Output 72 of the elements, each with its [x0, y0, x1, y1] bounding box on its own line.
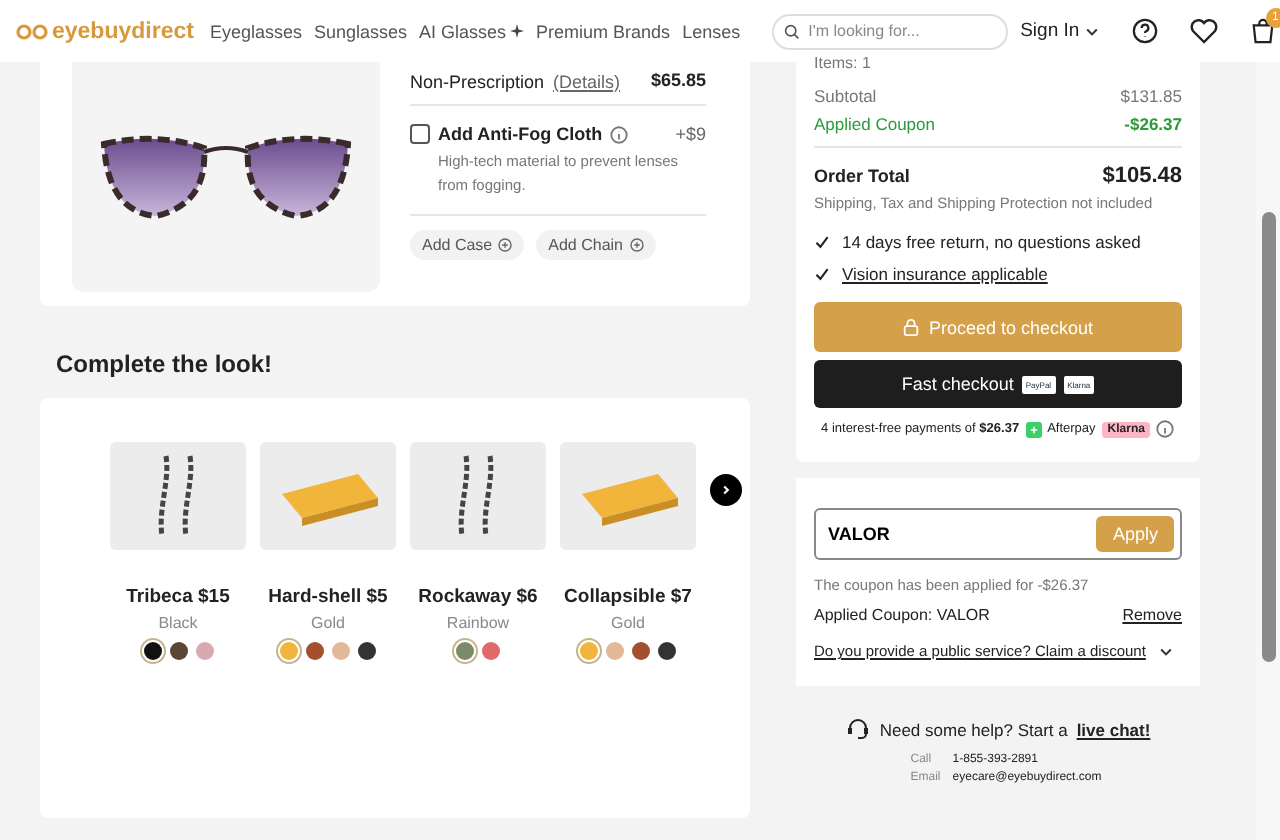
- checkbox[interactable]: [410, 124, 430, 144]
- remove-link[interactable]: Remove: [1122, 606, 1182, 624]
- product-name: Collapsible $7: [564, 586, 692, 608]
- product-name: Rockaway $6: [418, 586, 538, 608]
- glasses-logo-icon: [16, 23, 48, 39]
- nav-link[interactable]: Premium Brands: [536, 21, 671, 41]
- benefit-text: 14 days free return, no questions asked: [842, 232, 1141, 252]
- next-button[interactable]: [710, 474, 742, 506]
- chevron-down-icon: [1083, 23, 1100, 39]
- add-accessory-chip[interactable]: Add Chain: [536, 230, 655, 260]
- chevron-right-icon: [720, 484, 732, 496]
- add-accessory-chip[interactable]: Add Case: [410, 230, 525, 260]
- chevron-down-icon: [1157, 643, 1174, 659]
- case-photo: [560, 442, 696, 550]
- plus-icon: [629, 238, 643, 252]
- color-swatch[interactable]: [482, 642, 500, 660]
- sign-in-button[interactable]: Sign In: [1020, 20, 1100, 42]
- nav-link[interactable]: Sunglasses: [313, 21, 408, 41]
- benefit-link[interactable]: Vision insurance applicable: [842, 264, 1048, 284]
- wishlist-button[interactable]: [1189, 18, 1218, 44]
- info-icon: [1156, 420, 1175, 438]
- case-photo: [260, 442, 396, 550]
- color-swatch[interactable]: [456, 642, 474, 660]
- plus-icon: [498, 238, 513, 252]
- chain-photo: [410, 442, 546, 550]
- headset-icon: [845, 716, 870, 740]
- chain-photo: [110, 442, 246, 550]
- product-name: Hard-shell $5: [268, 586, 388, 608]
- product-name: Tribeca $15: [126, 586, 230, 608]
- color-swatch[interactable]: [606, 642, 624, 660]
- color-name: Gold: [611, 614, 645, 632]
- coupon-field[interactable]: VALOR Apply: [814, 508, 1182, 560]
- lock-icon: [902, 318, 921, 336]
- subtotal-value: $131.85: [1120, 86, 1182, 106]
- color-swatch[interactable]: [280, 642, 298, 660]
- color-name: Rainbow: [446, 614, 510, 632]
- order-total-label: Order Total: [814, 166, 910, 186]
- option-label: Non-Prescription: [410, 71, 545, 91]
- order-total-value: $105.48: [1102, 164, 1182, 188]
- color-swatch[interactable]: [332, 642, 350, 660]
- info-icon: [610, 125, 629, 143]
- afterpay-icon: [1025, 421, 1042, 437]
- search-icon: [784, 23, 801, 39]
- section-title: Complete the look!: [56, 350, 275, 378]
- nav-link[interactable]: AI Glasses: [419, 21, 525, 41]
- nav-link[interactable]: Eyeglasses: [209, 21, 302, 41]
- logo-text: eyebuydirect: [52, 19, 194, 43]
- addon-label: Add Anti-Fog Cloth: [438, 124, 603, 144]
- coupon-label: Applied Coupon: [814, 114, 935, 134]
- color-swatch[interactable]: [143, 642, 161, 660]
- color-swatch[interactable]: [169, 642, 187, 660]
- color-swatch[interactable]: [632, 642, 650, 660]
- color-swatch[interactable]: [306, 642, 324, 660]
- option-price: $65.85: [650, 69, 706, 89]
- color-swatch[interactable]: [580, 642, 598, 660]
- search-field[interactable]: I'm looking for...: [772, 13, 1009, 49]
- coupon-value: -$26.37: [1124, 114, 1182, 134]
- color-name: Gold: [311, 614, 345, 632]
- sparkle-icon: [510, 24, 525, 38]
- live-chat-link[interactable]: live chat!: [1076, 720, 1151, 740]
- details-link[interactable]: (Details): [552, 71, 620, 91]
- applied-coupon: Applied Coupon: VALOR: [814, 606, 990, 624]
- color-swatch[interactable]: [195, 642, 213, 660]
- addon-price: +$9: [675, 124, 706, 144]
- subtotal-label: Subtotal: [814, 86, 877, 106]
- nav-link[interactable]: Lenses: [682, 21, 741, 41]
- help-button[interactable]: [1131, 18, 1158, 44]
- color-swatch[interactable]: [358, 642, 376, 660]
- color-swatch[interactable]: [658, 642, 676, 660]
- help-text: Need some help? Start a: [879, 720, 1068, 740]
- color-name: Black: [158, 614, 198, 632]
- items-count: Items: 1: [814, 54, 873, 72]
